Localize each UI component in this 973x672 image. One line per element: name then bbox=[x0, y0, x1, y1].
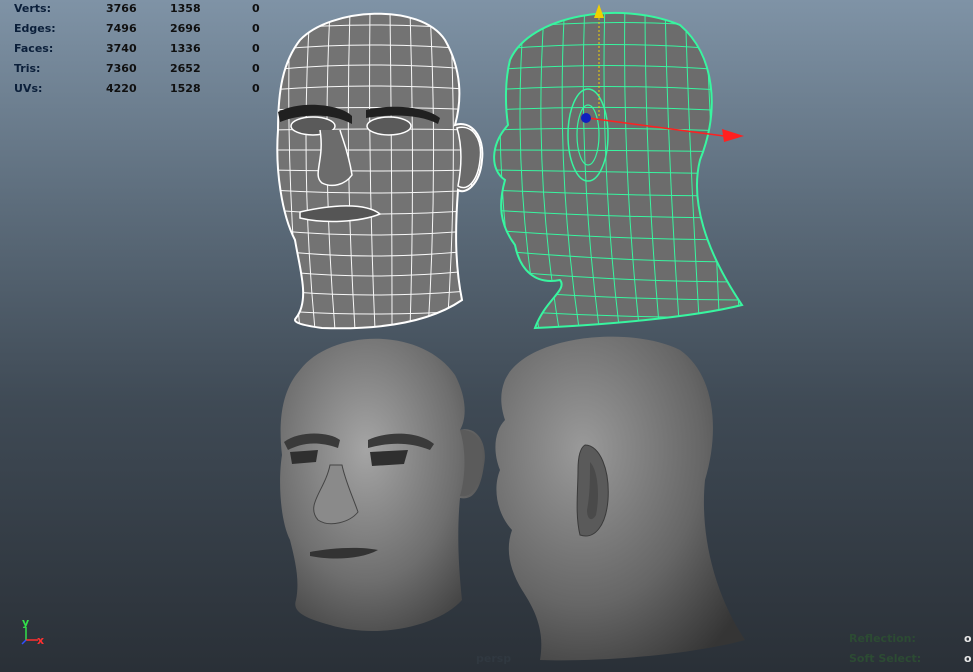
3d-viewport[interactable]: Verts: 3766 1358 0 Edges: 7496 2696 0 Fa… bbox=[0, 0, 973, 672]
manipulator-y-arrow-icon[interactable] bbox=[594, 4, 604, 18]
reflection-value: o bbox=[964, 632, 972, 645]
smooth-head-front[interactable] bbox=[280, 338, 485, 631]
view-axis-indicator: y x bbox=[18, 616, 48, 647]
manipulator-center-handle[interactable] bbox=[581, 113, 591, 123]
soft-select-value: o bbox=[964, 652, 972, 665]
scene-canvas bbox=[270, 0, 750, 661]
axis-x-label: x bbox=[37, 634, 45, 647]
camera-name-label: persp bbox=[476, 652, 512, 665]
manipulator-x-arrow-icon[interactable] bbox=[722, 129, 744, 142]
smooth-head-side[interactable] bbox=[495, 336, 745, 661]
wireframe-head-side-selected[interactable] bbox=[490, 0, 750, 335]
wireframe-head-front[interactable] bbox=[270, 10, 484, 330]
reflection-label: Reflection: bbox=[849, 632, 916, 645]
soft-select-label: Soft Select: bbox=[849, 652, 922, 665]
